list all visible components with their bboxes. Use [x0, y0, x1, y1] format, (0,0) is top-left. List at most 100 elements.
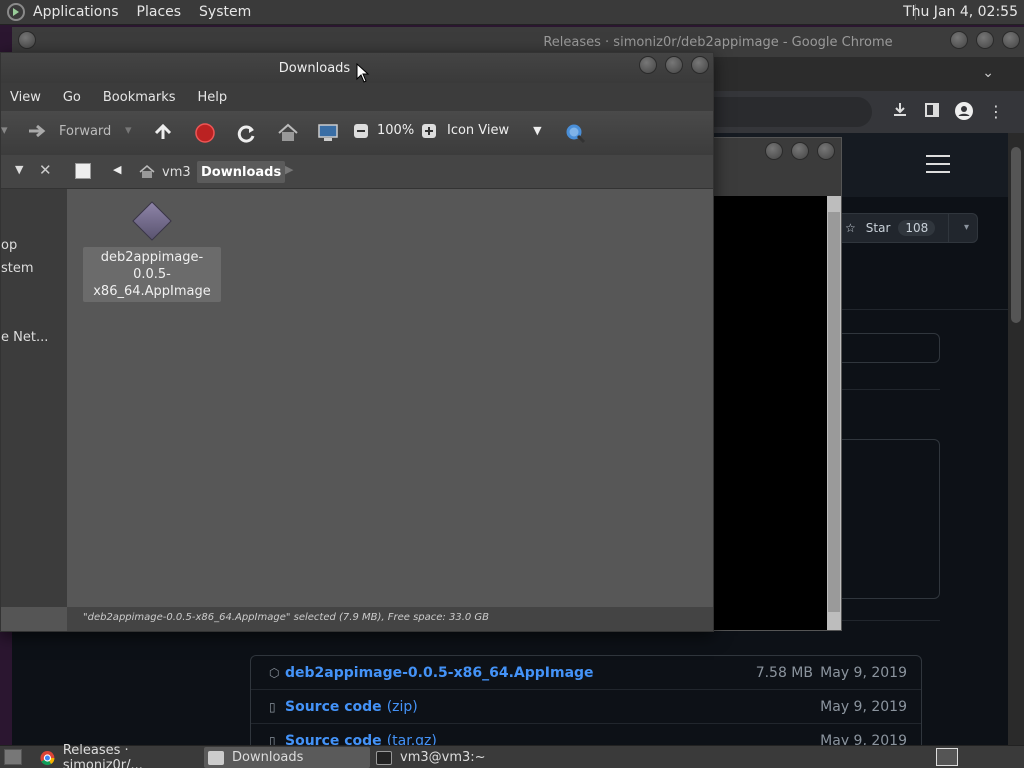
home-icon: [278, 123, 298, 141]
fm-close-button[interactable]: [691, 56, 709, 74]
chrome-scrollbar[interactable]: [1008, 133, 1024, 745]
star-label: Star: [865, 221, 891, 235]
fm-minimize-button[interactable]: [639, 56, 657, 74]
forward-label: Forward: [59, 123, 112, 139]
file-manager-title: Downloads: [278, 60, 351, 76]
sidebar-item-network[interactable]: e Net...: [1, 330, 48, 345]
menu-system[interactable]: System: [199, 4, 251, 20]
side-panel-icon[interactable]: [922, 102, 942, 122]
location-bar: ▼ ✕ ◀ vm3 Downloads ▶: [1, 155, 713, 189]
zoom-in-icon: [422, 124, 436, 138]
breadcrumb-downloads[interactable]: Downloads: [197, 161, 286, 183]
mouse-cursor-icon: [356, 63, 370, 83]
back-dropdown-icon[interactable]: ▾: [1, 123, 8, 138]
kebab-menu-icon[interactable]: ⋮: [986, 102, 1006, 121]
close-sidebar-icon[interactable]: ✕: [39, 161, 52, 179]
stop-button[interactable]: [195, 123, 215, 143]
path-forward-arrow-icon[interactable]: ▶: [285, 163, 293, 176]
up-button[interactable]: [153, 123, 173, 141]
computer-icon: [318, 124, 338, 141]
star-button[interactable]: ☆ Star 108 ▾: [836, 213, 978, 243]
workspace-switcher[interactable]: [936, 748, 958, 766]
asset-ext[interactable]: (zip): [387, 699, 418, 715]
forward-arrow-icon: [29, 124, 46, 138]
menu-go[interactable]: Go: [63, 90, 81, 105]
asset-row[interactable]: ⬡ deb2appimage-0.0.5-x86_64.AppImage 7.5…: [251, 656, 921, 690]
zoom-level[interactable]: 100%: [377, 123, 414, 138]
top-panel: Applications Places System Thu Jan 4, 02…: [0, 0, 1024, 25]
zoom-out-icon: [354, 124, 368, 138]
path-back-arrow-icon[interactable]: ◀: [113, 163, 121, 176]
panel-clock[interactable]: Thu Jan 4, 02:55: [903, 4, 1018, 20]
fm-toolbar: ▾ Forward ▾ 100% Icon View ▼: [1, 111, 713, 155]
breadcrumb-vm3[interactable]: vm3: [139, 161, 191, 183]
reload-icon: [237, 125, 255, 143]
package-icon: ⬡: [269, 665, 280, 680]
terminal-close-button[interactable]: [817, 142, 835, 160]
terminal-maximize-button[interactable]: [791, 142, 809, 160]
search-icon: [566, 124, 586, 144]
file-name: deb2appimage-0.0.5- x86_64.AppImage: [83, 247, 221, 302]
chrome-close-button[interactable]: [1002, 31, 1020, 49]
places-sidebar: op stem e Net...: [1, 189, 67, 607]
forward-dropdown-icon[interactable]: ▾: [125, 123, 132, 138]
taskbar-item-terminal[interactable]: vm3@vm3:~: [372, 747, 538, 768]
distro-logo-icon[interactable]: [7, 3, 25, 21]
asset-date: May 9, 2019: [820, 698, 907, 715]
chrome-window-menu-button[interactable]: [18, 31, 36, 49]
forward-button[interactable]: Forward: [27, 123, 111, 139]
taskbar-item-label: vm3@vm3:~: [400, 750, 486, 765]
computer-button[interactable]: [317, 123, 339, 143]
fm-statusbar: "deb2appimage-0.0.5-x86_64.AppImage" sel…: [67, 607, 713, 631]
view-mode-select[interactable]: Icon View ▼: [447, 123, 542, 138]
asset-size: 7.58 MB: [755, 664, 813, 681]
zoom-out-button[interactable]: [353, 123, 369, 139]
menu-applications[interactable]: Applications: [33, 4, 119, 20]
taskbar-item-downloads[interactable]: Downloads: [204, 747, 370, 768]
file-manager-window: Downloads View Go Bookmarks Help ▾ Forwa…: [0, 52, 714, 632]
view-mode-label: Icon View: [447, 123, 510, 138]
hamburger-menu-icon[interactable]: [926, 155, 950, 173]
reload-button[interactable]: [235, 123, 257, 145]
sidebar-dropdown-icon[interactable]: ▼: [15, 163, 23, 176]
star-icon: ☆: [845, 221, 856, 235]
asset-name[interactable]: Source code: [285, 699, 382, 715]
home-button[interactable]: [277, 123, 299, 143]
chrome-maximize-button[interactable]: [976, 31, 994, 49]
fm-maximize-button[interactable]: [665, 56, 683, 74]
taskbar-item-chrome[interactable]: Releases · simoniz0r/...: [36, 743, 202, 768]
terminal-scroll-thumb[interactable]: [828, 212, 840, 612]
asset-date: May 9, 2019: [820, 664, 907, 681]
chrome-minimize-button[interactable]: [950, 31, 968, 49]
profile-icon[interactable]: [954, 102, 974, 124]
menu-places[interactable]: Places: [137, 4, 182, 20]
show-desktop-icon[interactable]: [4, 749, 22, 765]
download-icon[interactable]: [890, 102, 910, 122]
taskbar-item-label: Downloads: [232, 750, 304, 765]
caret-down-icon[interactable]: ▾: [964, 222, 969, 233]
zoom-in-button[interactable]: [421, 123, 437, 139]
terminal-scrollbar[interactable]: [827, 196, 841, 630]
asset-name[interactable]: deb2appimage-0.0.5-x86_64.AppImage: [285, 665, 594, 681]
file-name-line1: deb2appimage-0.0.5-: [100, 250, 204, 282]
taskbar: Releases · simoniz0r/... Downloads vm3@v…: [0, 743, 1024, 768]
address-bar[interactable]: [692, 97, 872, 127]
asset-row[interactable]: ▯ Source code (zip) May 9, 2019: [251, 690, 921, 724]
chevron-down-icon[interactable]: ⌄: [982, 65, 994, 81]
scrollbar-thumb[interactable]: [1011, 147, 1021, 323]
terminal-minimize-button[interactable]: [765, 142, 783, 160]
star-count: 108: [898, 220, 936, 236]
edit-location-button[interactable]: [75, 163, 91, 179]
menu-help[interactable]: Help: [198, 90, 228, 105]
up-arrow-icon: [154, 123, 172, 139]
breadcrumb-label: vm3: [162, 164, 191, 180]
menu-view[interactable]: View: [10, 90, 41, 105]
file-zip-icon: ▯: [269, 699, 276, 714]
file-item[interactable]: deb2appimage-0.0.5- x86_64.AppImage: [83, 201, 221, 302]
taskbar-item-label: Releases · simoniz0r/...: [62, 742, 143, 768]
sidebar-item-file-system[interactable]: stem: [1, 261, 34, 276]
menu-bookmarks[interactable]: Bookmarks: [103, 90, 176, 105]
sidebar-item-desktop[interactable]: op: [1, 238, 17, 253]
search-button[interactable]: [565, 123, 587, 145]
release-assets-list: ⬡ deb2appimage-0.0.5-x86_64.AppImage 7.5…: [250, 655, 922, 759]
